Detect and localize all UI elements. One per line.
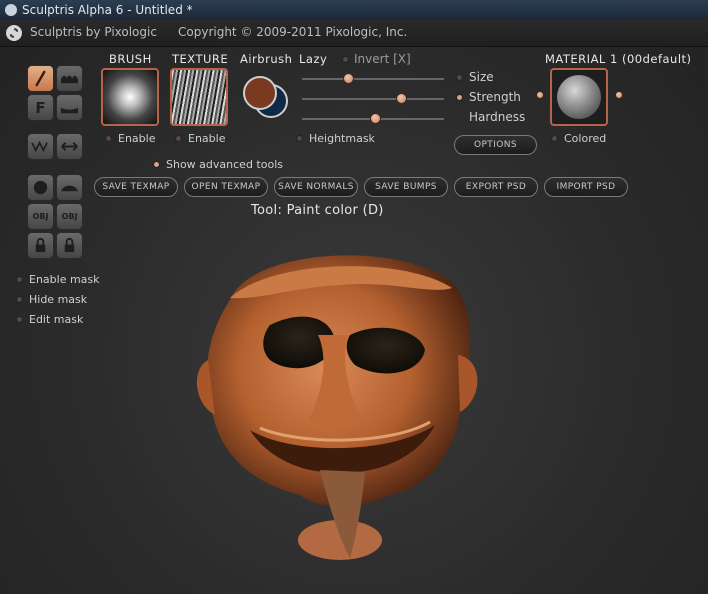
sculptris-logo-icon [6, 25, 22, 41]
symmetry-wave-button[interactable] [27, 133, 54, 160]
edit-mask-toggle[interactable] [16, 316, 23, 323]
save-file-button[interactable] [56, 232, 83, 259]
window-title: Sculptris Alpha 6 - Untitled * [22, 3, 193, 17]
size-label: Size [469, 70, 494, 84]
save-bumps-button[interactable]: SAVE BUMPS [364, 177, 448, 197]
open-texmap-button[interactable]: OPEN TEXMAP [184, 177, 268, 197]
colored-toggle[interactable] [551, 135, 558, 142]
texture-preview[interactable] [170, 68, 228, 126]
strength-slider-knob[interactable] [395, 93, 407, 104]
size-slider-track[interactable] [302, 78, 444, 80]
export-obj-label: OBJ [61, 212, 78, 221]
brush-enable-toggle[interactable] [105, 135, 112, 142]
open-file-button[interactable] [27, 232, 54, 259]
edit-mask-label: Edit mask [29, 313, 84, 326]
swap-button[interactable] [56, 133, 83, 160]
airbrush-label: Airbrush [240, 52, 293, 66]
import-obj-button[interactable]: OBJ [27, 203, 54, 230]
material-header: MATERIAL 1 (00default) [545, 52, 692, 66]
new-plane-button[interactable] [56, 174, 83, 201]
material-prev-handle[interactable] [536, 91, 544, 99]
new-sphere-button[interactable] [27, 174, 54, 201]
material-next-handle[interactable] [615, 91, 623, 99]
paint-tool-button[interactable] [27, 65, 54, 92]
texture-enable-label: Enable [188, 132, 226, 145]
heightmask-toggle[interactable] [296, 135, 303, 142]
import-psd-button[interactable]: IMPORT PSD [544, 177, 628, 197]
invert-toggle[interactable] [342, 56, 349, 63]
colored-label: Colored [564, 132, 607, 145]
plane-icon [60, 185, 79, 192]
invert-label: Invert [X] [354, 52, 411, 66]
sphere-icon [33, 180, 48, 195]
window-titlebar: Sculptris Alpha 6 - Untitled * [0, 0, 708, 20]
enable-mask-toggle[interactable] [16, 276, 23, 283]
bump-icon [60, 75, 79, 84]
swap-arrows-icon [61, 142, 78, 151]
sculpted-head-model [196, 255, 478, 560]
flatten-tool-button[interactable]: F [27, 94, 54, 121]
options-button[interactable]: OPTIONS [454, 135, 537, 155]
strength-slider-track[interactable] [302, 98, 444, 100]
size-slider-knob[interactable] [343, 73, 355, 84]
sculpt-viewport[interactable] [190, 240, 490, 570]
lock-icon [35, 237, 46, 253]
app-header: Sculptris by Pixologic Copyright © 2009-… [0, 20, 708, 47]
flatten-letter-icon: F [35, 98, 46, 117]
hardness-label: Hardness [469, 110, 526, 124]
size-toggle[interactable] [456, 74, 463, 81]
smooth-tool-button[interactable] [56, 94, 83, 121]
save-texmap-button[interactable]: SAVE TEXMAP [94, 177, 178, 197]
tool-status-text: Tool: Paint color (D) [251, 203, 384, 218]
copyright-text: Copyright © 2009-2011 Pixologic, Inc. [178, 25, 408, 39]
hide-mask-label: Hide mask [29, 293, 88, 306]
primary-color-swatch[interactable] [243, 76, 277, 110]
material-sphere-icon [557, 75, 601, 119]
brush-enable-label: Enable [118, 132, 156, 145]
save-normals-button[interactable]: SAVE NORMALS [274, 177, 358, 197]
export-psd-button[interactable]: EXPORT PSD [454, 177, 538, 197]
bumps-tool-button[interactable] [56, 65, 83, 92]
show-advanced-label: Show advanced tools [166, 158, 283, 171]
strength-toggle[interactable] [456, 94, 463, 101]
lock-icon [64, 237, 75, 253]
paint-brush-icon [35, 70, 46, 87]
strength-label: Strength [469, 90, 521, 104]
hide-mask-toggle[interactable] [16, 296, 23, 303]
texture-header: TEXTURE [172, 52, 229, 66]
app-window-icon [5, 4, 17, 16]
heightmask-label: Heightmask [309, 132, 375, 145]
show-advanced-toggle[interactable] [153, 161, 160, 168]
brush-header: BRUSH [109, 52, 152, 66]
hardness-slider-knob[interactable] [370, 113, 382, 124]
import-obj-label: OBJ [32, 212, 49, 221]
enable-mask-label: Enable mask [29, 273, 100, 286]
material-preview[interactable] [550, 68, 608, 126]
export-obj-button[interactable]: OBJ [56, 203, 83, 230]
app-name: Sculptris by Pixologic [30, 25, 157, 39]
texture-enable-toggle[interactable] [175, 135, 182, 142]
brush-preview[interactable] [101, 68, 159, 126]
smooth-icon [60, 107, 79, 114]
wave-icon [31, 140, 48, 153]
lazy-label: Lazy [299, 52, 328, 66]
